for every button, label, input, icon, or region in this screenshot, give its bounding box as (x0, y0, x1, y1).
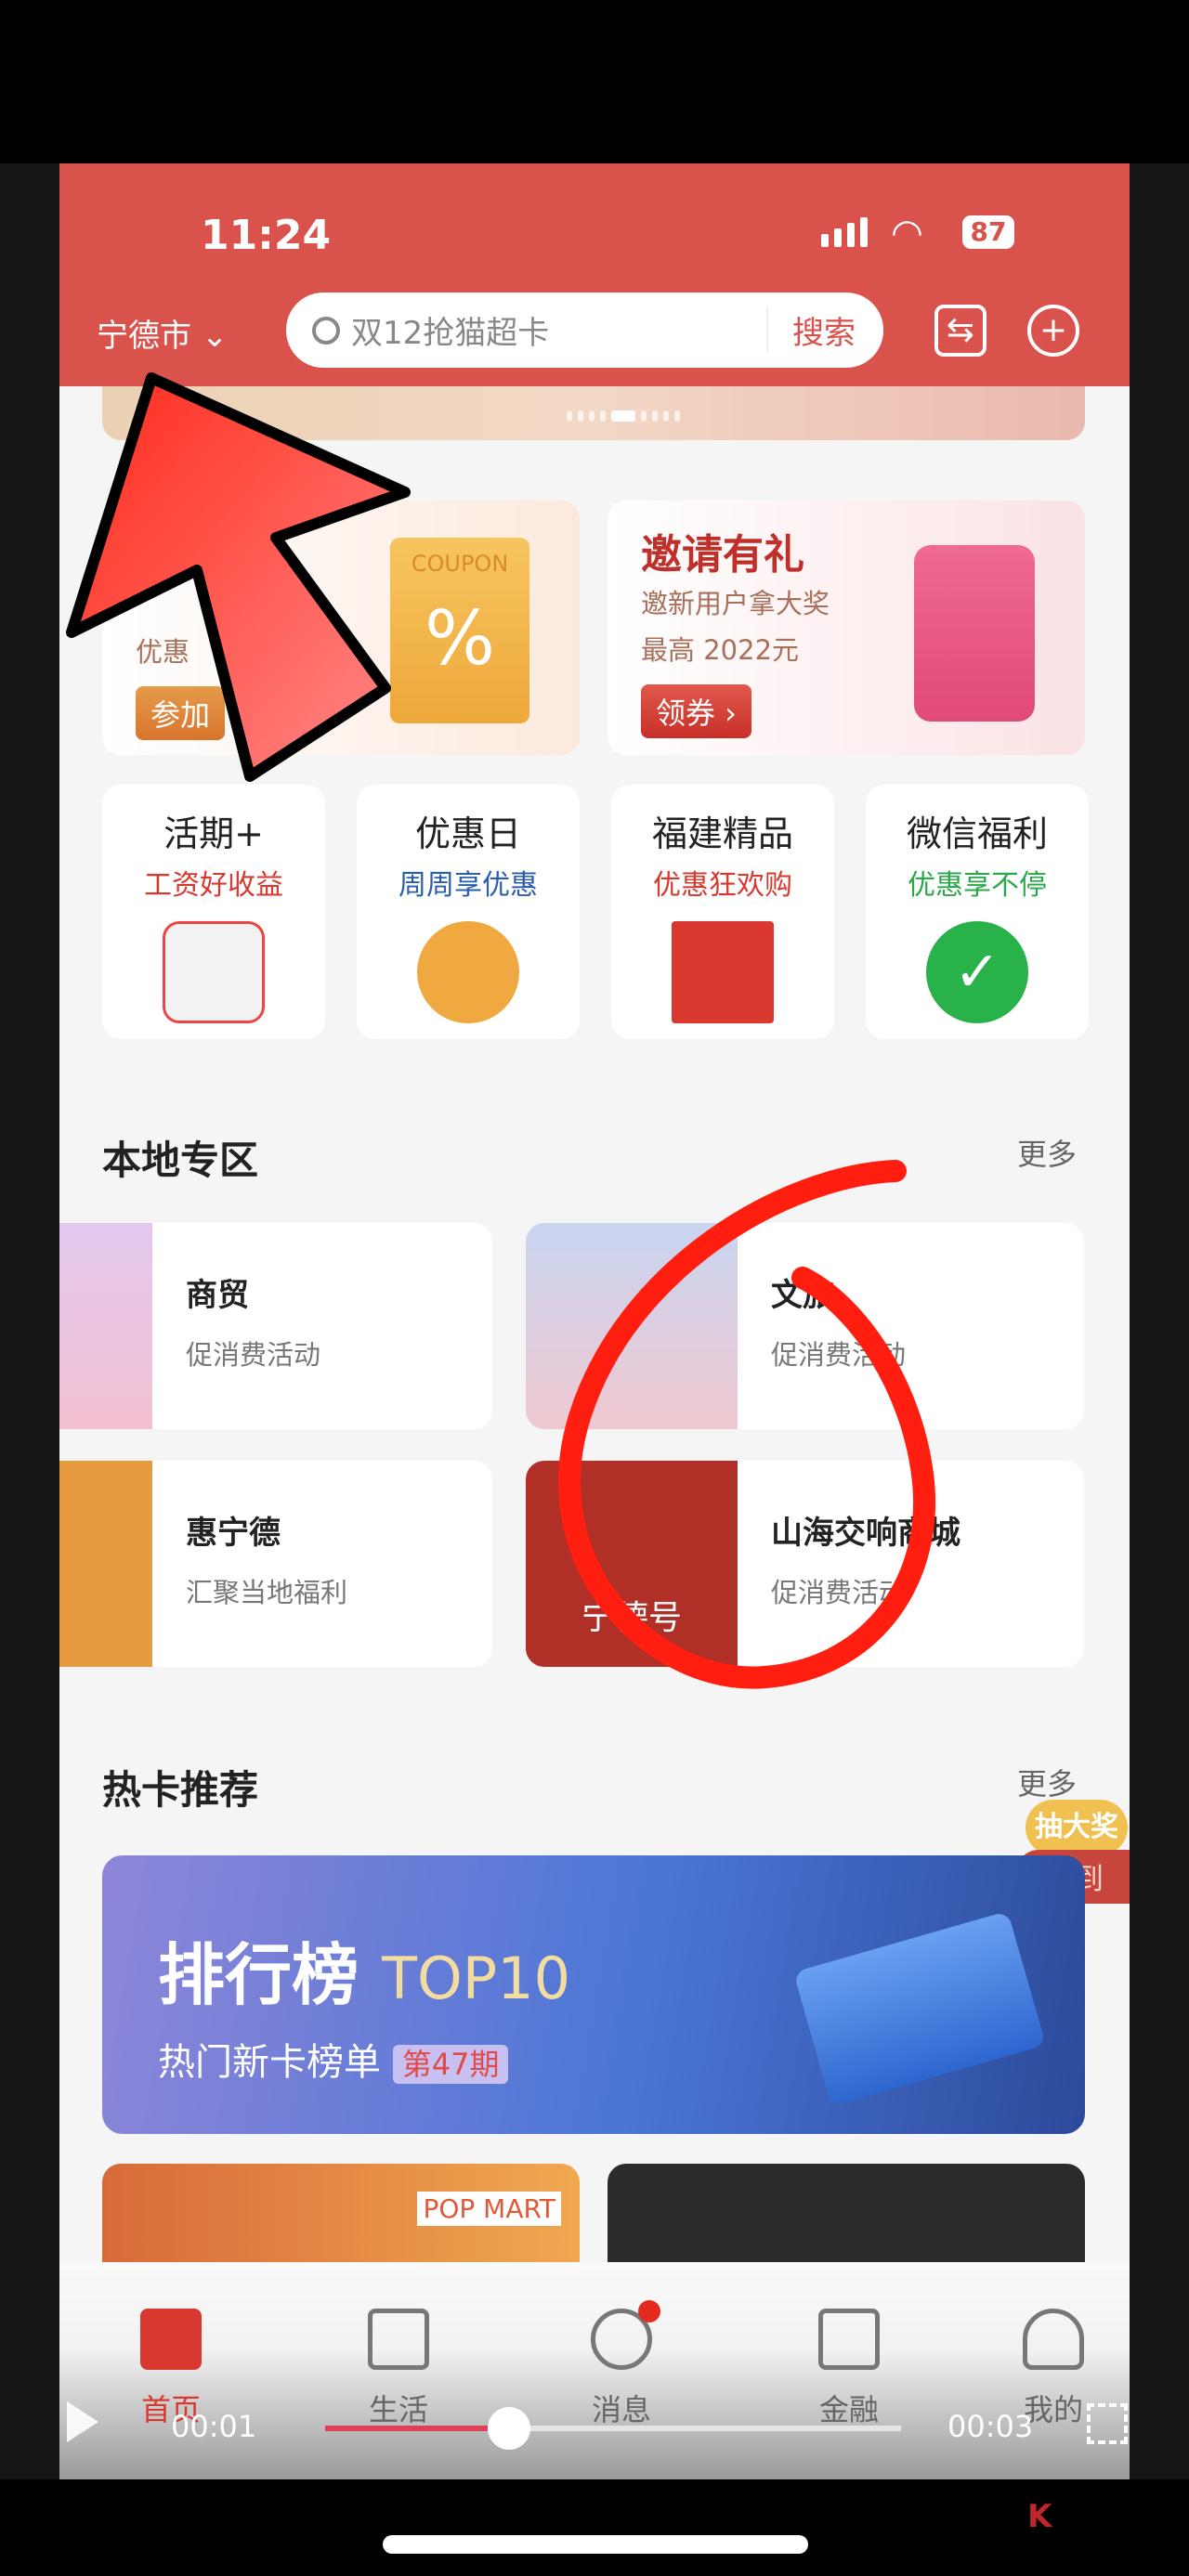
right-margin (1130, 163, 1189, 2479)
phone-screen: 11:24 ◠ 87 宁德市 ⌄ 双12抢猫超卡 搜索 ⇆ + 优惠 参加 CO… (59, 163, 1130, 2479)
annotation-arrow (66, 372, 411, 782)
annotation-overlay (66, 372, 935, 1689)
system-home-indicator (383, 2535, 808, 2554)
watermark-logo: K (1027, 2498, 1052, 2535)
annotation-circle (558, 1160, 935, 1689)
left-margin (0, 163, 59, 2479)
